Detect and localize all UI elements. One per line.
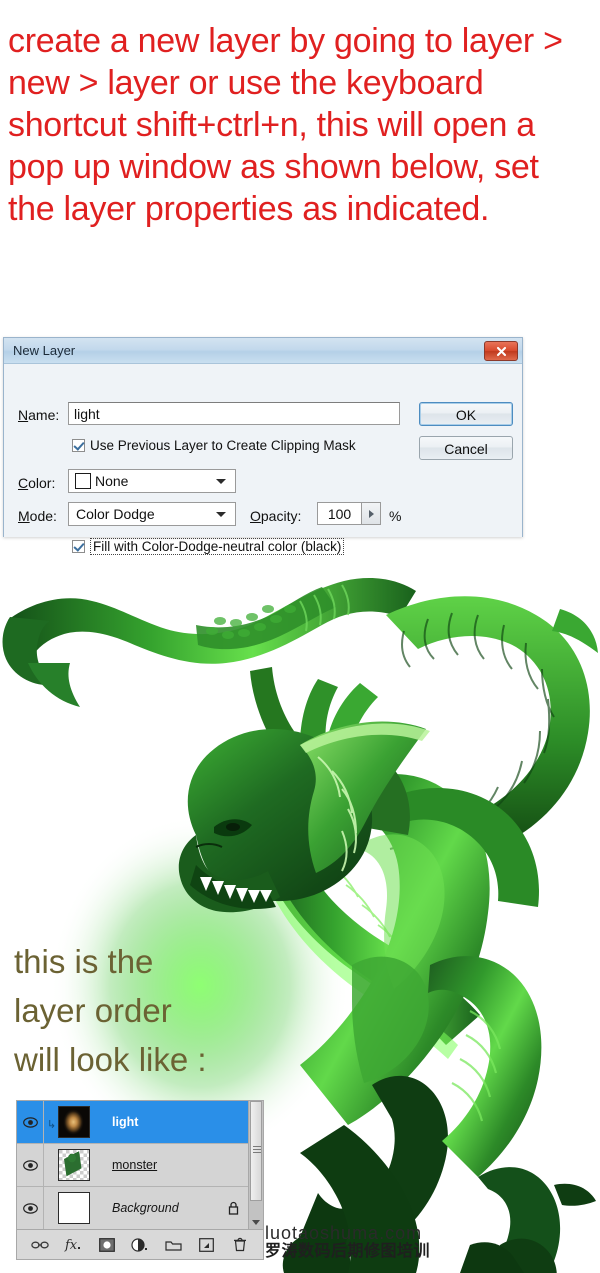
opacity-input[interactable] — [317, 502, 361, 525]
watermark-url: luotaoshuma.com — [265, 1223, 423, 1243]
layer-row-background[interactable]: Background — [17, 1187, 263, 1230]
layer-visibility-toggle[interactable] — [17, 1144, 44, 1186]
opacity-label: Opacity: — [250, 508, 302, 524]
name-label: Name: — [18, 407, 60, 423]
layers-panel-toolbar: fx — [17, 1229, 263, 1259]
chevron-down-icon — [216, 512, 226, 517]
layer-row-light[interactable]: ↳ light — [17, 1101, 263, 1144]
layer-row-monster[interactable]: monster — [17, 1144, 263, 1187]
clipping-mask-indicator-icon: ↳ — [47, 1119, 57, 1131]
layer-mask-icon[interactable] — [97, 1235, 117, 1255]
layer-visibility-toggle[interactable] — [17, 1101, 44, 1143]
fill-neutral-checkbox[interactable] — [72, 540, 85, 553]
clipping-mask-checkbox-row[interactable]: Use Previous Layer to Create Clipping Ma… — [72, 438, 356, 453]
opacity-percent-label: % — [389, 508, 402, 524]
layer-thumbnail[interactable] — [58, 1106, 90, 1138]
mode-label: Mode: — [18, 508, 57, 524]
layer-thumbnail[interactable] — [58, 1192, 90, 1224]
fill-neutral-checkbox-row[interactable]: Fill with Color-Dodge-neutral color (bla… — [72, 538, 345, 555]
eye-icon — [22, 1159, 38, 1171]
color-selected-value: None — [95, 473, 129, 489]
scrollbar-thumb[interactable] — [250, 1101, 262, 1201]
layers-scrollbar[interactable] — [248, 1101, 263, 1229]
layer-visibility-toggle[interactable] — [17, 1187, 44, 1229]
ok-button[interactable]: OK — [419, 402, 513, 426]
watermark: luotaoshuma.com 罗涛数码后期修图培训 — [265, 1224, 430, 1260]
layer-name-label: monster — [112, 1158, 158, 1172]
dialog-title: New Layer — [13, 343, 76, 358]
blend-mode-select[interactable]: Color Dodge — [68, 502, 236, 526]
layer-name-input[interactable] — [68, 402, 400, 425]
color-select[interactable]: None — [68, 469, 236, 493]
layer-name-label: Background — [112, 1201, 179, 1215]
instruction-text: create a new layer by going to layer > n… — [8, 22, 572, 228]
clipping-mask-label: Use Previous Layer to Create Clipping Ma… — [90, 438, 356, 453]
new-group-folder-icon[interactable] — [163, 1235, 183, 1255]
scrollbar-grip-icon — [253, 1146, 261, 1153]
dialog-body: Name: OK Cancel Use Previous Layer to Cr… — [4, 364, 522, 555]
eye-icon — [22, 1116, 38, 1128]
layer-name-label: light — [112, 1115, 139, 1129]
new-layer-icon[interactable] — [197, 1235, 217, 1255]
svg-text:fx: fx — [64, 1238, 78, 1253]
fill-neutral-label: Fill with Color-Dodge-neutral color (bla… — [90, 538, 345, 555]
layer-thumbnail[interactable] — [58, 1149, 90, 1181]
scroll-down-arrow-icon[interactable] — [252, 1220, 260, 1225]
layer-order-caption: this is the layer order will look like : — [14, 943, 207, 1078]
cancel-button[interactable]: Cancel — [419, 436, 513, 460]
chevron-down-icon — [216, 479, 226, 484]
delete-layer-trash-icon[interactable] — [230, 1235, 250, 1255]
lock-icon — [228, 1201, 239, 1220]
adjustment-layer-icon[interactable] — [130, 1235, 150, 1255]
color-swatch-icon — [75, 473, 91, 489]
watermark-subtitle: 罗涛数码后期修图培训 — [265, 1240, 431, 1260]
layers-list: ↳ light monster Background — [17, 1101, 263, 1230]
layers-panel: ↳ light monster Background fx — [16, 1100, 264, 1260]
new-layer-dialog: New Layer Name: OK Cancel Use Previous L… — [3, 337, 523, 555]
close-icon[interactable] — [484, 341, 518, 361]
eye-icon — [22, 1202, 38, 1214]
blend-mode-selected-value: Color Dodge — [76, 506, 155, 522]
link-layers-icon[interactable] — [30, 1235, 50, 1255]
opacity-stepper-icon[interactable] — [361, 502, 381, 525]
dialog-titlebar: New Layer — [4, 338, 522, 364]
layer-style-fx-icon[interactable]: fx — [63, 1235, 83, 1255]
color-label: Color: — [18, 475, 56, 491]
clipping-mask-checkbox[interactable] — [72, 439, 85, 452]
